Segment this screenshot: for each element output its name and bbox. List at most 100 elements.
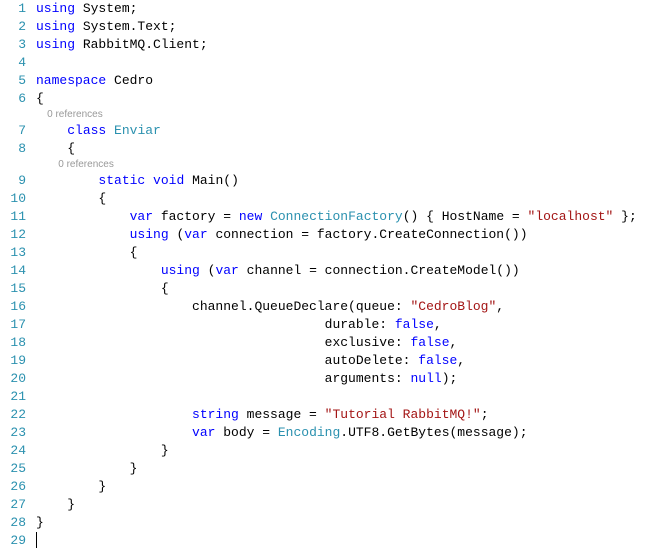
brace: { <box>67 141 75 156</box>
code-text: body = <box>215 425 277 440</box>
line-number: 4 <box>0 54 26 72</box>
keyword: static <box>98 173 145 188</box>
brace: { <box>36 91 44 106</box>
type-name: ConnectionFactory <box>270 209 403 224</box>
line-number: 24 <box>0 442 26 460</box>
line-number: 1 <box>0 0 26 18</box>
code-line[interactable]: class Enviar <box>36 122 663 140</box>
code-line[interactable] <box>36 388 663 406</box>
code-text: exclusive: <box>325 335 411 350</box>
code-text: System; <box>75 1 137 16</box>
code-line[interactable]: } <box>36 478 663 496</box>
line-number: 23 <box>0 424 26 442</box>
code-line[interactable]: } <box>36 460 663 478</box>
code-text: Cedro <box>106 73 153 88</box>
code-line[interactable]: string message = "Tutorial RabbitMQ!"; <box>36 406 663 424</box>
string-literal: "localhost" <box>528 209 614 224</box>
keyword: false <box>418 353 457 368</box>
line-number: 26 <box>0 478 26 496</box>
code-text: ; <box>481 407 489 422</box>
code-text: ); <box>442 371 458 386</box>
keyword: using <box>161 263 200 278</box>
code-text: RabbitMQ.Client; <box>75 37 208 52</box>
code-line[interactable]: channel.QueueDeclare(queue: "CedroBlog", <box>36 298 663 316</box>
line-number: 5 <box>0 72 26 90</box>
keyword: false <box>410 335 449 350</box>
line-number-gutter: 1 2 3 4 5 6 7 8 9 10 11 12 13 14 15 16 1… <box>0 0 36 533</box>
line-number: 14 <box>0 262 26 280</box>
code-text: factory = <box>153 209 239 224</box>
codelens-references[interactable]: 0 references <box>36 158 663 172</box>
code-line[interactable]: static void Main() <box>36 172 663 190</box>
code-line[interactable]: var factory = new ConnectionFactory() { … <box>36 208 663 226</box>
string-literal: "Tutorial RabbitMQ!" <box>325 407 481 422</box>
code-line[interactable]: { <box>36 140 663 158</box>
codelens-references[interactable]: 0 references <box>36 108 663 122</box>
line-number: 20 <box>0 370 26 388</box>
code-line[interactable]: } <box>36 496 663 514</box>
brace: } <box>36 515 44 530</box>
code-line[interactable]: durable: false, <box>36 316 663 334</box>
keyword: var <box>184 227 207 242</box>
type-name: Encoding <box>278 425 340 440</box>
line-number: 29 <box>0 532 26 550</box>
code-line[interactable]: autoDelete: false, <box>36 352 663 370</box>
code-line[interactable] <box>36 532 663 550</box>
line-number: 9 <box>0 172 26 190</box>
type-name: Enviar <box>106 123 161 138</box>
brace: } <box>67 497 75 512</box>
code-text: System.Text; <box>75 19 176 34</box>
code-line[interactable]: { <box>36 280 663 298</box>
keyword: using <box>36 1 75 16</box>
line-number: 25 <box>0 460 26 478</box>
code-editor[interactable]: 1 2 3 4 5 6 7 8 9 10 11 12 13 14 15 16 1… <box>0 0 663 533</box>
code-line[interactable]: using (var channel = connection.CreateMo… <box>36 262 663 280</box>
keyword: null <box>410 371 441 386</box>
code-line[interactable]: using (var connection = factory.CreateCo… <box>36 226 663 244</box>
code-line[interactable]: exclusive: false, <box>36 334 663 352</box>
line-number: 7 <box>0 122 26 140</box>
text-cursor <box>36 532 37 548</box>
code-text: message = <box>239 407 325 422</box>
keyword: using <box>36 19 75 34</box>
code-line[interactable]: { <box>36 190 663 208</box>
line-number: 13 <box>0 244 26 262</box>
line-number: 3 <box>0 36 26 54</box>
brace: { <box>98 191 106 206</box>
line-number: 2 <box>0 18 26 36</box>
keyword: var <box>192 425 215 440</box>
code-text: connection = factory.CreateConnection()) <box>208 227 528 242</box>
line-number: 17 <box>0 316 26 334</box>
code-area[interactable]: using System; using System.Text; using R… <box>36 0 663 533</box>
keyword: var <box>130 209 153 224</box>
line-number: 15 <box>0 280 26 298</box>
line-number: 10 <box>0 190 26 208</box>
code-text: durable: <box>325 317 395 332</box>
code-line[interactable]: { <box>36 244 663 262</box>
code-line[interactable]: } <box>36 442 663 460</box>
code-line[interactable]: { <box>36 90 663 108</box>
line-number: 16 <box>0 298 26 316</box>
code-line[interactable] <box>36 54 663 72</box>
brace: } <box>98 479 106 494</box>
code-text: channel.QueueDeclare(queue: <box>192 299 410 314</box>
brace: } <box>161 443 169 458</box>
brace: } <box>130 461 138 476</box>
keyword: using <box>36 37 75 52</box>
brace: { <box>130 245 138 260</box>
code-line[interactable]: namespace Cedro <box>36 72 663 90</box>
line-number: 12 <box>0 226 26 244</box>
brace: { <box>161 281 169 296</box>
keyword: new <box>239 209 262 224</box>
keyword: using <box>130 227 169 242</box>
code-line[interactable]: using System; <box>36 0 663 18</box>
code-line[interactable]: } <box>36 514 663 532</box>
keyword: class <box>67 123 106 138</box>
code-line[interactable]: arguments: null); <box>36 370 663 388</box>
code-text: , <box>434 317 442 332</box>
code-line[interactable]: using RabbitMQ.Client; <box>36 36 663 54</box>
code-line[interactable]: var body = Encoding.UTF8.GetBytes(messag… <box>36 424 663 442</box>
line-number: 6 <box>0 90 26 108</box>
code-line[interactable]: using System.Text; <box>36 18 663 36</box>
code-text: () { HostName = <box>403 209 528 224</box>
